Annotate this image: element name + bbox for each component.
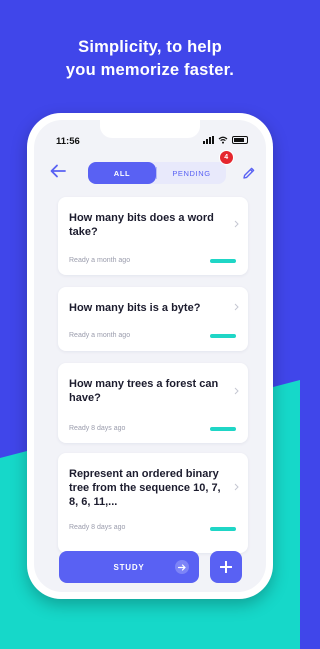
tab-pending-label: PENDING — [172, 168, 211, 178]
headline-line-2: you memorize faster. — [65, 61, 235, 79]
card-item[interactable]: How many bits does a word take? Ready a … — [58, 197, 248, 275]
card-status: Ready a month ago — [69, 257, 131, 264]
card-status: Ready 8 days ago — [69, 425, 126, 432]
headline: Simplicity, to help you memorize faster. — [0, 36, 300, 82]
phone-frame: 11:56 ALL PENDING 4 How many bits does a… — [27, 113, 273, 599]
chevron-right-icon — [234, 387, 239, 395]
arrow-left-icon[interactable] — [50, 164, 66, 178]
card-status: Ready a month ago — [69, 332, 131, 339]
battery-icon — [232, 136, 248, 144]
chevron-right-icon — [234, 220, 239, 228]
chevron-right-icon — [234, 303, 239, 311]
study-button-label: STUDY — [113, 562, 145, 572]
signal-icon — [203, 136, 214, 144]
wifi-icon — [218, 136, 228, 144]
card-question: How many trees a forest can have? — [69, 378, 219, 404]
plus-icon — [220, 561, 232, 573]
study-button[interactable]: STUDY — [59, 551, 199, 583]
card-progress — [210, 527, 236, 531]
filter-segmented-control: ALL PENDING 4 — [88, 150, 234, 184]
card-item[interactable]: Represent an ordered binary tree from th… — [58, 453, 248, 553]
pencil-icon[interactable] — [242, 166, 256, 180]
tab-all[interactable]: ALL — [88, 162, 156, 184]
phone-notch — [100, 120, 200, 138]
card-question: Represent an ordered binary tree from th… — [69, 468, 221, 508]
arrow-right-icon — [175, 560, 189, 574]
card-progress — [210, 334, 236, 338]
card-progress — [210, 259, 236, 263]
add-card-button[interactable] — [210, 551, 242, 583]
card-status: Ready 8 days ago — [69, 524, 126, 531]
card-progress — [210, 427, 236, 431]
card-item[interactable]: How many trees a forest can have? Ready … — [58, 363, 248, 443]
tab-pending[interactable]: PENDING 4 — [157, 150, 234, 184]
status-time: 11:56 — [56, 136, 80, 147]
status-icons — [203, 136, 248, 144]
card-question: How many bits is a byte? — [69, 302, 201, 314]
headline-line-1: Simplicity, to help — [78, 38, 222, 56]
pending-count-badge: 4 — [219, 150, 234, 165]
card-item[interactable]: How many bits is a byte? Ready a month a… — [58, 287, 248, 351]
card-question: How many bits does a word take? — [69, 212, 214, 238]
chevron-right-icon — [234, 483, 239, 491]
app-screen: 11:56 ALL PENDING 4 How many bits does a… — [34, 120, 266, 592]
